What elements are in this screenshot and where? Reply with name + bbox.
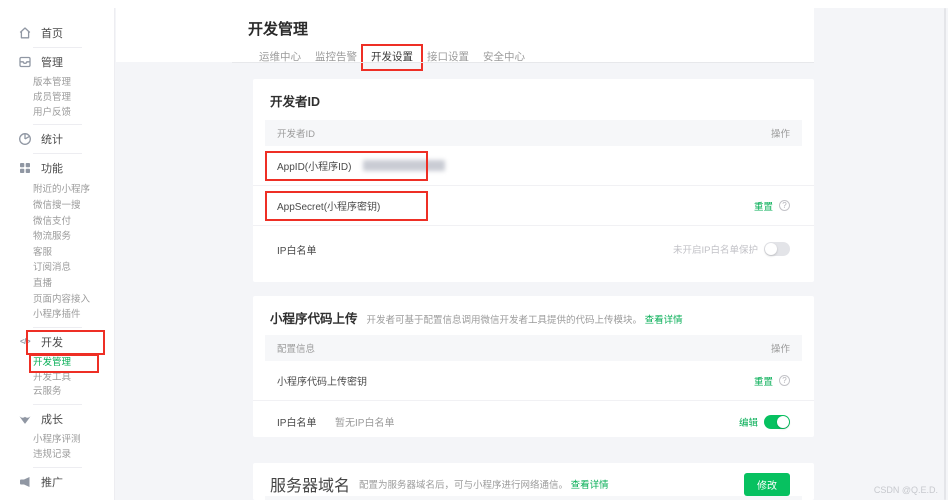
upload-key-label: 小程序代码上传密钥	[277, 373, 367, 388]
developer-id-card: 开发者ID 开发者ID 操作 AppID(小程序ID) AppSecret(小程…	[253, 79, 814, 282]
column-header-left: 开发者ID	[277, 126, 315, 140]
server-domain-card: 服务器域名 配置为服务器域名后，可与小程序进行网络通信。 查看详情 修改	[253, 463, 814, 500]
column-header-operation: 操作	[771, 341, 790, 355]
appsecret-label: AppSecret(小程序密钥)	[277, 198, 380, 213]
reset-appsecret-link[interactable]: 重置	[754, 199, 773, 213]
divider	[33, 467, 82, 468]
sidebar-group-label: 管理	[41, 54, 63, 70]
section-title: 小程序代码上传	[270, 308, 358, 327]
table-header-partial	[265, 496, 802, 500]
divider	[33, 153, 82, 154]
sidebar-item-violation-record[interactable]: 违规记录	[0, 448, 114, 463]
page-title: 开发管理	[116, 8, 814, 39]
top-strip	[0, 0, 948, 8]
sidebar-group-manage[interactable]: 管理	[0, 52, 114, 72]
column-header-operation: 操作	[771, 126, 790, 140]
column-header-left: 配置信息	[277, 341, 315, 355]
pie-chart-icon	[18, 132, 32, 146]
description-text: 配置为服务器域名后，可与小程序进行网络通信。	[359, 480, 568, 491]
sidebar-group-label: 开发	[41, 334, 63, 350]
table-row-ip-whitelist: IP白名单 未开启IP白名单保护	[253, 226, 814, 272]
table-row-upload-key: 小程序代码上传密钥 重置 ?	[253, 361, 814, 401]
grid-icon	[18, 161, 32, 175]
table-header: 开发者ID 操作	[265, 120, 802, 146]
sidebar-group-growth[interactable]: 成长	[0, 409, 114, 429]
archive-icon	[18, 55, 32, 69]
sidebar-item-customer-service[interactable]: 客服	[0, 245, 114, 261]
section-title-row: 小程序代码上传 开发者可基于配置信息调用微信开发者工具提供的代码上传模块。 查看…	[253, 296, 814, 335]
section-description: 开发者可基于配置信息调用微信开发者工具提供的代码上传模块。 查看详情	[367, 312, 683, 326]
divider	[33, 124, 82, 125]
sidebar-item-nearby-miniprogram[interactable]: 附近的小程序	[0, 182, 114, 198]
sidebar-item-user-feedback[interactable]: 用户反馈	[0, 106, 114, 121]
sidebar: 首页 管理 版本管理 成员管理 用户反馈 统计 功能 附近的小程序 微信搜一搜 …	[0, 0, 115, 500]
divider	[33, 404, 82, 405]
toggle-knob	[765, 243, 777, 255]
toggle-knob	[777, 416, 789, 428]
bird-icon	[18, 412, 32, 426]
view-details-link[interactable]: 查看详情	[571, 480, 609, 491]
sidebar-group-label: 成长	[41, 411, 63, 427]
code-icon: </>	[18, 335, 32, 349]
view-details-link[interactable]: 查看详情	[645, 315, 683, 326]
scrollbar[interactable]	[944, 8, 946, 500]
edit-ip-whitelist-link[interactable]: 编辑	[739, 415, 758, 429]
sidebar-item-logistics[interactable]: 物流服务	[0, 229, 114, 245]
table-header: 配置信息 操作	[265, 335, 802, 361]
appid-label: AppID(小程序ID)	[277, 158, 351, 173]
ip-whitelist-toggle[interactable]	[764, 242, 790, 256]
sidebar-item-label: 开发管理	[33, 357, 71, 368]
section-title: 开发者ID	[253, 79, 814, 120]
megaphone-icon	[18, 475, 32, 489]
code-upload-card: 小程序代码上传 开发者可基于配置信息调用微信开发者工具提供的代码上传模块。 查看…	[253, 296, 814, 437]
sidebar-item-develop-manage[interactable]: 开发管理	[0, 356, 114, 371]
sidebar-group-home[interactable]: 首页	[0, 23, 114, 43]
sidebar-item-cloud-service[interactable]: 云服务	[0, 385, 114, 400]
sidebar-item-live[interactable]: 直播	[0, 276, 114, 292]
sidebar-group-label: 推广	[41, 474, 63, 490]
ip-whitelist-status: 未开启IP白名单保护	[673, 242, 758, 256]
reset-upload-key-link[interactable]: 重置	[754, 374, 773, 388]
sidebar-item-subscribe-message[interactable]: 订阅消息	[0, 260, 114, 276]
appid-value-redacted	[363, 160, 445, 171]
sidebar-item-develop-tools[interactable]: 开发工具	[0, 371, 114, 386]
sidebar-group-label: 功能	[41, 160, 63, 176]
sidebar-item-wechat-search[interactable]: 微信搜一搜	[0, 198, 114, 214]
sidebar-group-promotion[interactable]: 推广	[0, 472, 114, 492]
annotation-box-develop	[26, 330, 105, 355]
section-description: 配置为服务器域名后，可与小程序进行网络通信。 查看详情	[359, 477, 609, 491]
sidebar-item-member-manage[interactable]: 成员管理	[0, 91, 114, 106]
watermark: CSDN @Q.E.D.	[874, 485, 938, 495]
sidebar-group-develop[interactable]: </> 开发	[0, 332, 114, 352]
question-icon[interactable]: ?	[779, 375, 790, 386]
ip-whitelist-value: 暂无IP白名单	[335, 414, 394, 429]
divider	[33, 47, 82, 48]
sidebar-item-plugin[interactable]: 小程序插件	[0, 307, 114, 323]
question-icon[interactable]: ?	[779, 200, 790, 211]
sidebar-item-version-manage[interactable]: 版本管理	[0, 76, 114, 91]
sidebar-group-statistics[interactable]: 统计	[0, 129, 114, 149]
ip-whitelist-label: IP白名单	[277, 414, 335, 429]
sidebar-item-page-content[interactable]: 页面内容接入	[0, 292, 114, 308]
table-row-ip-whitelist-upload: IP白名单 暂无IP白名单 编辑	[253, 401, 814, 442]
sidebar-item-miniprogram-review[interactable]: 小程序评测	[0, 433, 114, 448]
ip-whitelist-label: IP白名单	[277, 242, 316, 257]
content-header: 开发管理 运维中心 监控告警 开发设置 接口设置 安全中心	[116, 8, 814, 62]
description-text: 开发者可基于配置信息调用微信开发者工具提供的代码上传模块。	[367, 315, 643, 326]
section-title: 服务器域名	[270, 472, 350, 496]
table-row-appid: AppID(小程序ID)	[253, 146, 814, 186]
sidebar-group-label: 统计	[41, 131, 63, 147]
ip-whitelist-upload-toggle[interactable]	[764, 415, 790, 429]
tab-underline	[232, 62, 814, 63]
sidebar-group-features[interactable]: 功能	[0, 158, 114, 178]
sidebar-group-label: 首页	[41, 25, 63, 41]
section-title-row: 服务器域名 配置为服务器域名后，可与小程序进行网络通信。 查看详情 修改	[253, 463, 814, 496]
sidebar-item-wechat-pay[interactable]: 微信支付	[0, 214, 114, 230]
modify-button[interactable]: 修改	[744, 473, 790, 496]
divider	[33, 327, 82, 328]
table-row-appsecret: AppSecret(小程序密钥) 重置 ?	[253, 186, 814, 226]
home-icon	[18, 26, 32, 40]
